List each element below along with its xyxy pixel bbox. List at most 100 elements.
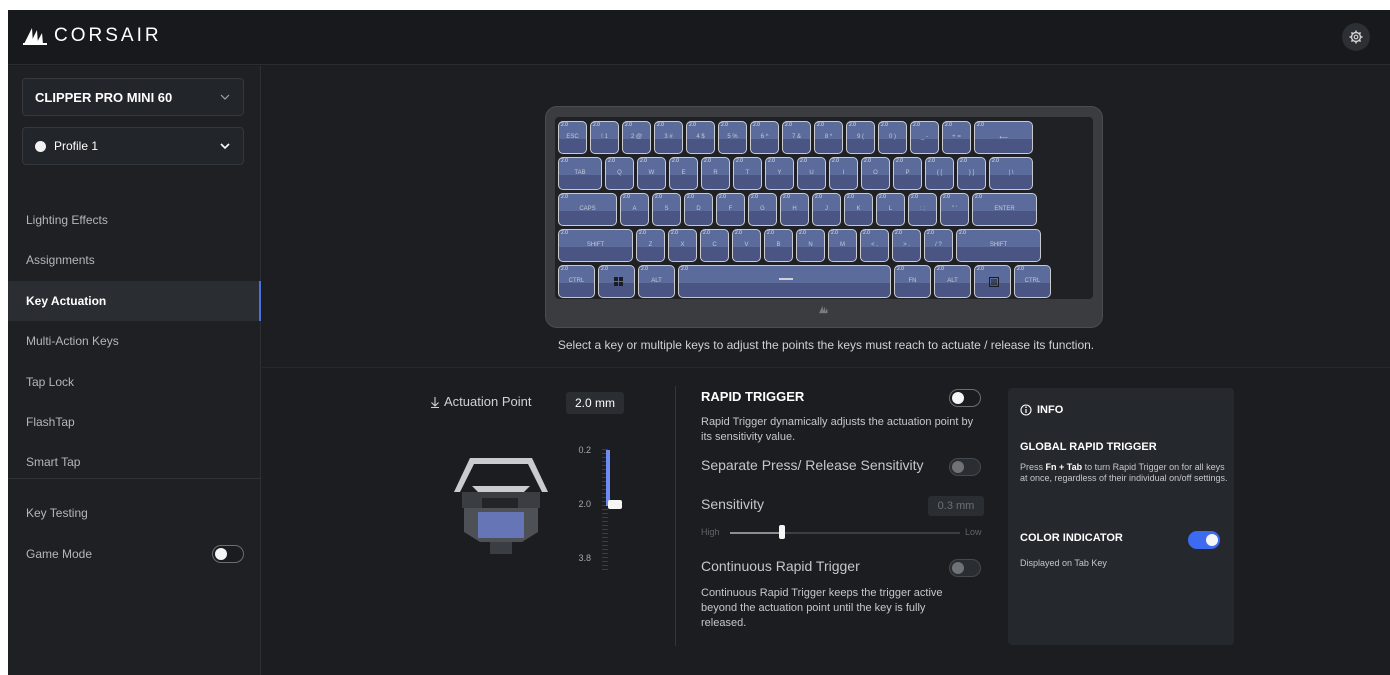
key-1-1[interactable]: 2.0 Q bbox=[605, 157, 634, 190]
key-1-9[interactable]: 2.0 O bbox=[861, 157, 890, 190]
key-0-7[interactable]: 2.0 7 & bbox=[782, 121, 811, 154]
key-0-13[interactable]: 2.0 ⟵ bbox=[974, 121, 1033, 154]
info-icon bbox=[1020, 404, 1032, 416]
sidebar-item-multi-action-keys[interactable]: Multi-Action Keys bbox=[8, 321, 261, 361]
sensitivity-label: Sensitivity bbox=[701, 496, 765, 512]
key-3-7[interactable]: 2.0 M bbox=[828, 229, 857, 262]
sidebar-item-key-testing[interactable]: Key Testing bbox=[8, 493, 261, 533]
sensitivity-value-box[interactable]: 0.3 mm bbox=[928, 496, 984, 516]
profile-selector[interactable]: Profile 1 bbox=[22, 127, 244, 165]
actuation-value-box[interactable]: 2.0 mm bbox=[566, 392, 624, 414]
key-3-1[interactable]: 2.0 Z bbox=[636, 229, 665, 262]
key-3-8[interactable]: 2.0 < , bbox=[860, 229, 889, 262]
sidebar-item-tap-lock[interactable]: Tap Lock bbox=[8, 362, 261, 402]
actuation-handle[interactable] bbox=[608, 500, 622, 509]
device-selector[interactable]: CLIPPER PRO MINI 60 bbox=[22, 78, 244, 116]
key-2-1[interactable]: 2.0 A bbox=[620, 193, 649, 226]
sidebar-item-assignments[interactable]: Assignments bbox=[8, 240, 261, 280]
key-1-2[interactable]: 2.0 W bbox=[637, 157, 666, 190]
key-0-4[interactable]: 2.0 4 $ bbox=[686, 121, 715, 154]
key-4-5[interactable]: 2.0 ALT bbox=[934, 265, 971, 298]
keyboard-row: 2.0 CTRL 2.0 2.0 ALT 2.0 2.0 FN 2.0 ALT 2.0 2.0 CTRL bbox=[558, 265, 1054, 298]
actuation-level-fill bbox=[606, 450, 610, 506]
key-0-0[interactable]: 2.0 ESC bbox=[558, 121, 587, 154]
key-2-10[interactable]: 2.0: ; bbox=[908, 193, 937, 226]
key-1-3[interactable]: 2.0 E bbox=[669, 157, 698, 190]
key-1-4[interactable]: 2.0 R bbox=[701, 157, 730, 190]
key-2-0[interactable]: 2.0 CAPS bbox=[558, 193, 617, 226]
key-1-10[interactable]: 2.0 P bbox=[893, 157, 922, 190]
key-0-1[interactable]: 2.0! 1 bbox=[590, 121, 619, 154]
sidebar-item-flashtap[interactable]: FlashTap bbox=[8, 402, 261, 442]
key-3-4[interactable]: 2.0 V bbox=[732, 229, 761, 262]
scale-tick-min: 0.2 bbox=[578, 445, 591, 455]
key-0-6[interactable]: 2.0 6 ^ bbox=[750, 121, 779, 154]
info-panel: INFO GLOBAL RAPID TRIGGER Press Fn + Tab… bbox=[1008, 388, 1234, 645]
key-0-8[interactable]: 2.0 8 * bbox=[814, 121, 843, 154]
key-3-6[interactable]: 2.0 N bbox=[796, 229, 825, 262]
separate-sensitivity-toggle[interactable] bbox=[949, 458, 981, 476]
key-3-11[interactable]: 2.0 SHIFT bbox=[956, 229, 1041, 262]
key-4-4[interactable]: 2.0 FN bbox=[894, 265, 931, 298]
key-1-11[interactable]: 2.0{ [ bbox=[925, 157, 954, 190]
corsair-sails-icon bbox=[23, 28, 47, 45]
actuation-point-label: Actuation Point bbox=[430, 394, 531, 409]
key-2-12[interactable]: 2.0 ENTER bbox=[972, 193, 1037, 226]
key-1-12[interactable]: 2.0} ] bbox=[957, 157, 986, 190]
separate-sensitivity-label: Separate Press/ Release Sensitivity bbox=[701, 457, 924, 473]
key-3-0[interactable]: 2.0 SHIFT bbox=[558, 229, 633, 262]
key-4-3[interactable]: 2.0 bbox=[678, 265, 891, 298]
game-mode-toggle[interactable] bbox=[212, 545, 244, 563]
key-1-5[interactable]: 2.0 T bbox=[733, 157, 762, 190]
key-3-5[interactable]: 2.0 B bbox=[764, 229, 793, 262]
key-0-2[interactable]: 2.0 2 @ bbox=[622, 121, 651, 154]
rapid-trigger-toggle[interactable] bbox=[949, 389, 981, 407]
key-2-11[interactable]: 2.0 " ' bbox=[940, 193, 969, 226]
key-3-2[interactable]: 2.0 X bbox=[668, 229, 697, 262]
key-2-4[interactable]: 2.0 F bbox=[716, 193, 745, 226]
key-4-1[interactable]: 2.0 bbox=[598, 265, 635, 298]
key-2-7[interactable]: 2.0 J bbox=[812, 193, 841, 226]
key-2-9[interactable]: 2.0 L bbox=[876, 193, 905, 226]
settings-button[interactable] bbox=[1342, 23, 1370, 51]
sensitivity-slider-thumb[interactable] bbox=[779, 525, 785, 539]
key-2-6[interactable]: 2.0 H bbox=[780, 193, 809, 226]
key-0-12[interactable]: 2.0 + = bbox=[942, 121, 971, 154]
key-0-9[interactable]: 2.0 9 ( bbox=[846, 121, 875, 154]
key-2-2[interactable]: 2.0 S bbox=[652, 193, 681, 226]
key-4-7[interactable]: 2.0 CTRL bbox=[1014, 265, 1051, 298]
key-0-10[interactable]: 2.0 0 ) bbox=[878, 121, 907, 154]
sidebar-item-lighting-effects[interactable]: Lighting Effects bbox=[8, 200, 261, 240]
continuous-rapid-trigger-toggle[interactable] bbox=[949, 559, 981, 577]
color-indicator-toggle[interactable] bbox=[1188, 531, 1220, 549]
key-2-8[interactable]: 2.0 K bbox=[844, 193, 873, 226]
sidebar-item-key-actuation[interactable]: Key Actuation bbox=[8, 281, 261, 321]
keyboard-keys: 2.0 ESC 2.0! 1 2.0 2 @2.0 3 #2.0 4 $2.0 5 % 2.0 6… bbox=[555, 117, 1093, 299]
key-3-3[interactable]: 2.0 C bbox=[700, 229, 729, 262]
key-3-10[interactable]: 2.0/ ? bbox=[924, 229, 953, 262]
key-2-5[interactable]: 2.0 G bbox=[748, 193, 777, 226]
slider-high-label: High bbox=[701, 527, 720, 537]
keyboard-preview-area: 2.0 ESC 2.0! 1 2.0 2 @2.0 3 #2.0 4 $2.0 5 % 2.0 6… bbox=[262, 66, 1390, 368]
slider-low-label: Low bbox=[965, 527, 982, 537]
key-1-6[interactable]: 2.0 Y bbox=[765, 157, 794, 190]
key-1-0[interactable]: 2.0 TAB bbox=[558, 157, 602, 190]
key-4-0[interactable]: 2.0 CTRL bbox=[558, 265, 595, 298]
key-0-5[interactable]: 2.0 5 % bbox=[718, 121, 747, 154]
key-1-7[interactable]: 2.0 U bbox=[797, 157, 826, 190]
arrow-down-icon bbox=[431, 396, 439, 408]
key-0-3[interactable]: 2.0 3 # bbox=[654, 121, 683, 154]
key-4-2[interactable]: 2.0 ALT bbox=[638, 265, 675, 298]
key-4-6[interactable]: 2.0 bbox=[974, 265, 1011, 298]
scale-tick-max: 3.8 bbox=[578, 553, 591, 563]
key-1-13[interactable]: 2.0 | \ bbox=[989, 157, 1033, 190]
key-0-11[interactable]: 2.0 _ - bbox=[910, 121, 939, 154]
rapid-trigger-title: RAPID TRIGGER bbox=[701, 389, 805, 404]
continuous-rapid-trigger-description: Continuous Rapid Trigger keeps the trigg… bbox=[701, 587, 943, 629]
sidebar-item-smart-tap[interactable]: Smart Tap bbox=[8, 442, 261, 482]
chevron-down-icon bbox=[220, 94, 230, 100]
key-2-3[interactable]: 2.0 D bbox=[684, 193, 713, 226]
keyboard-row: 2.0 SHIFT 2.0 Z 2.0 X 2.0 C 2.0 V 2.0 B 2.0 N 2.0 M 2.0 <… bbox=[558, 229, 1044, 262]
key-3-9[interactable]: 2.0 > . bbox=[892, 229, 921, 262]
key-1-8[interactable]: 2.0 I bbox=[829, 157, 858, 190]
